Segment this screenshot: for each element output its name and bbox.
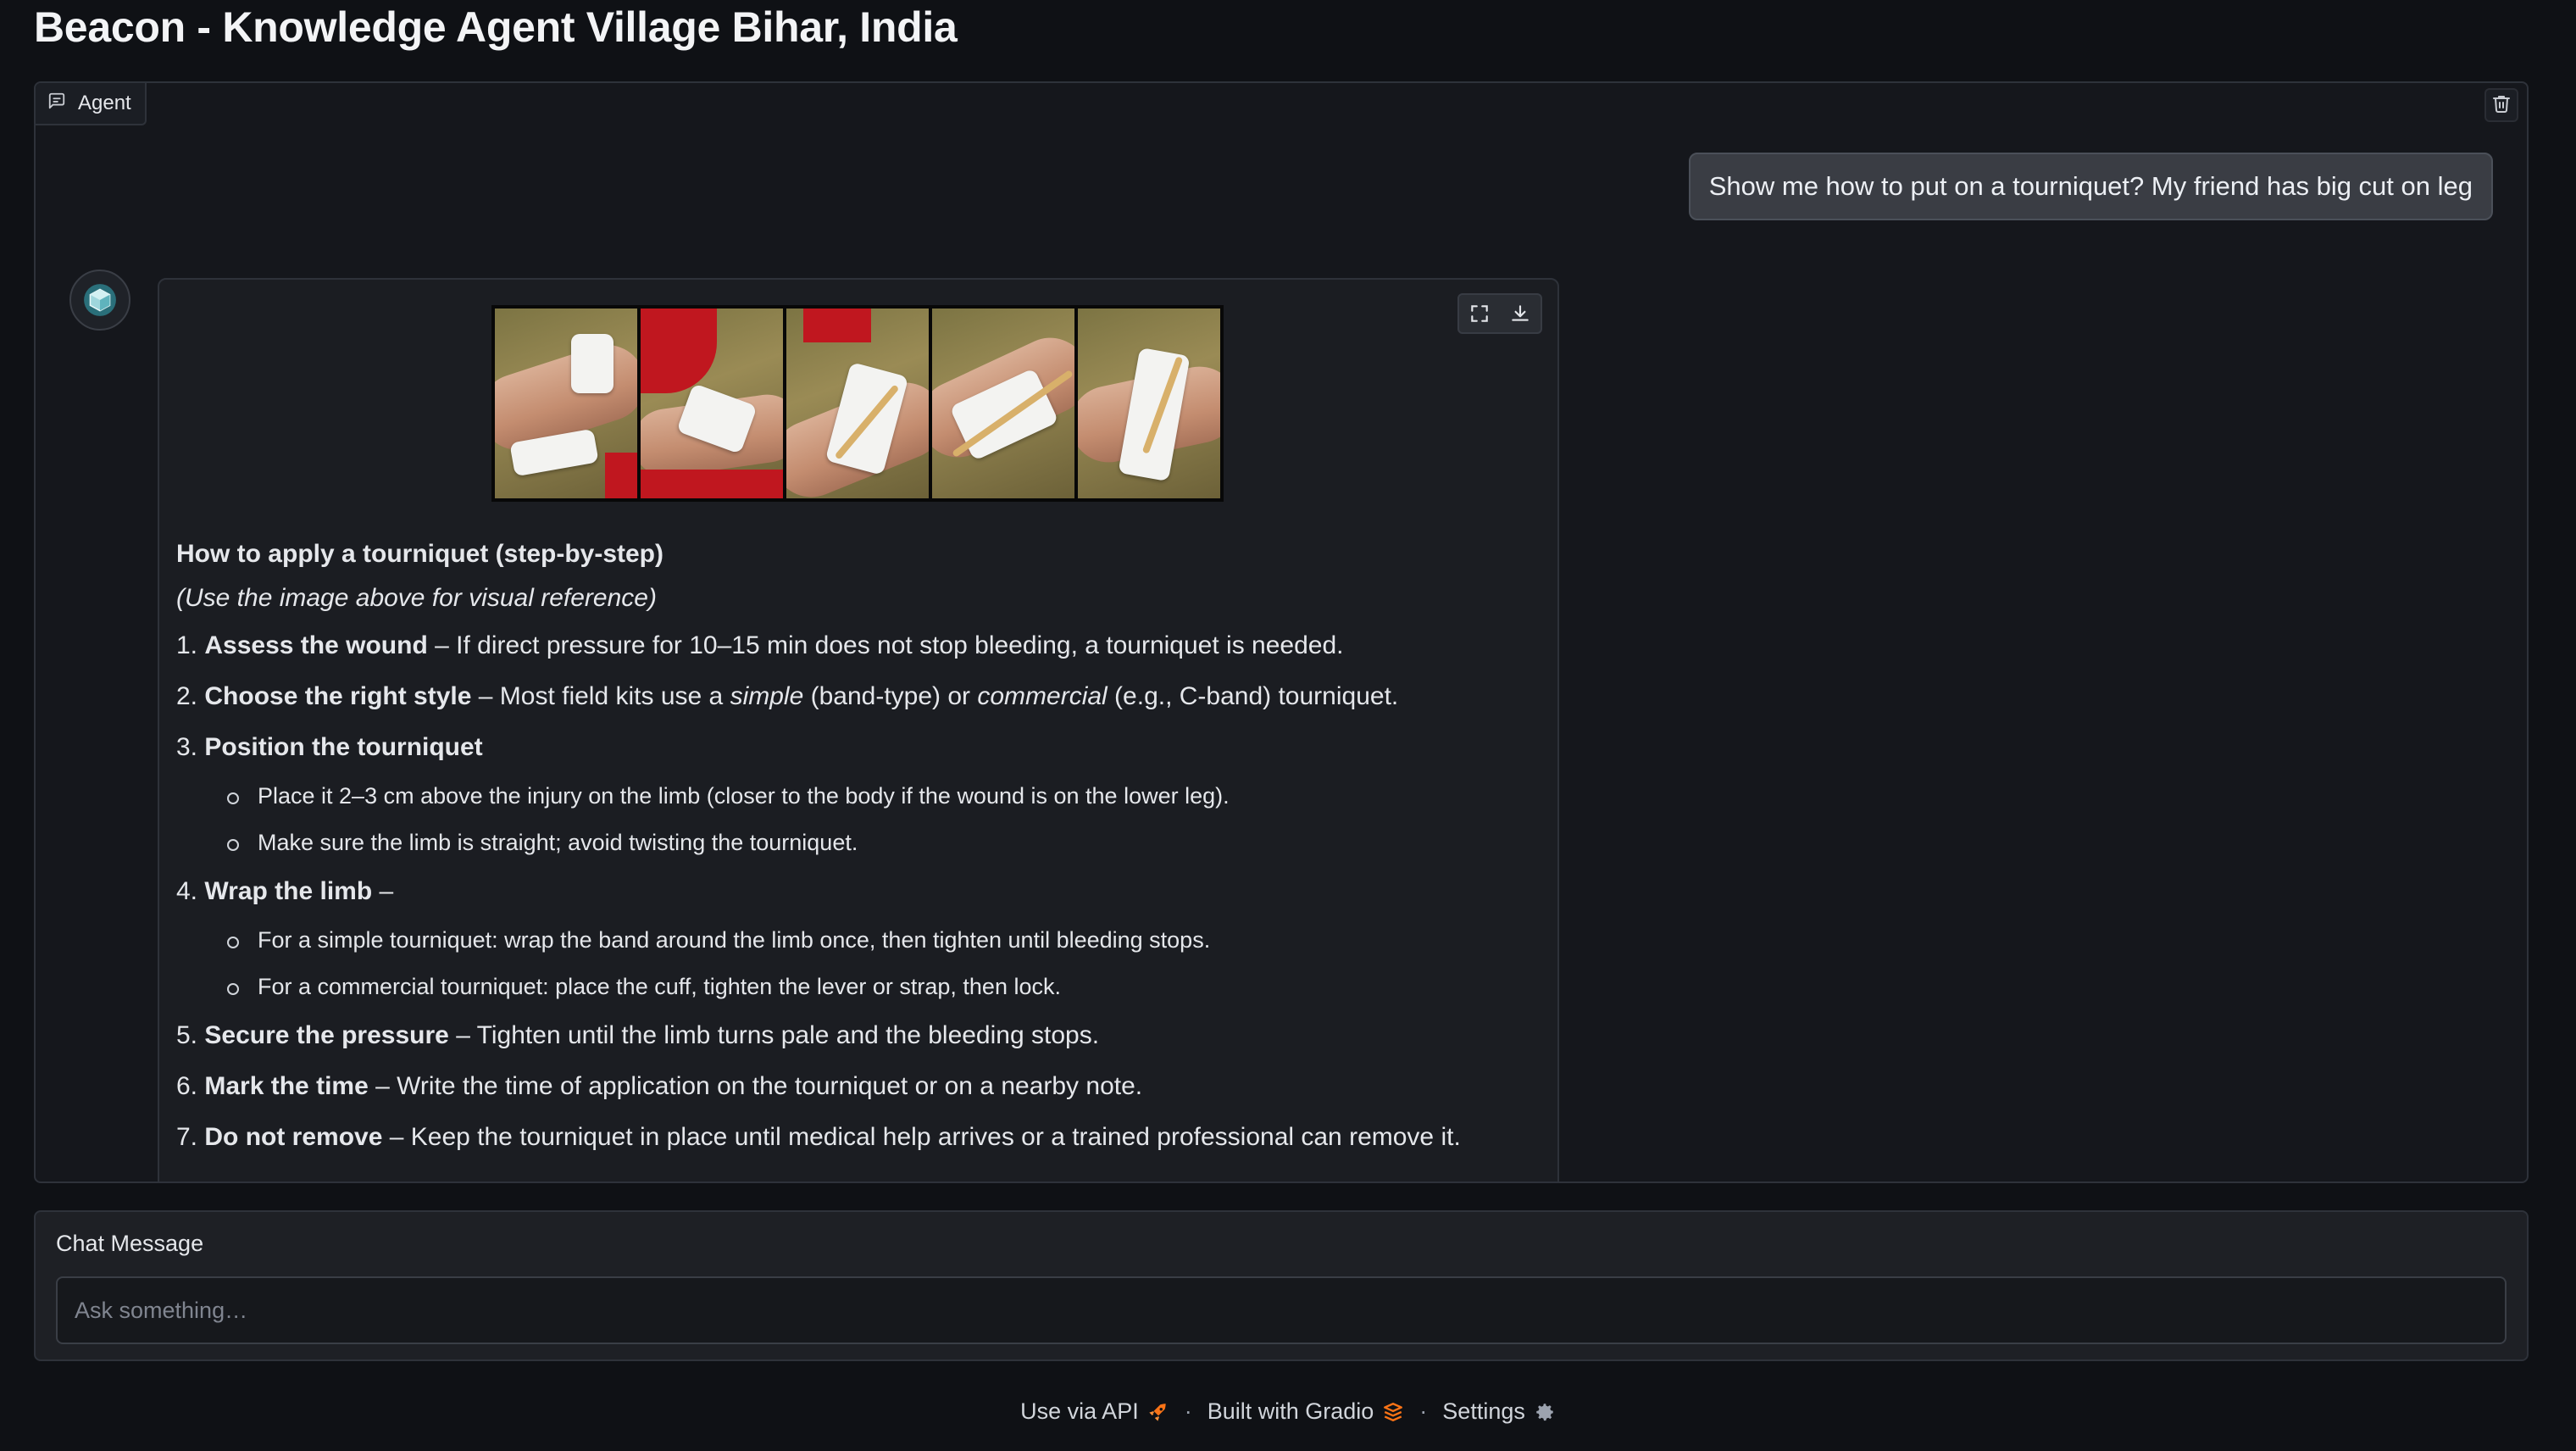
step-item: 1. Assess the wound – If direct pressure… (176, 631, 1344, 659)
footer: Use via API · Built with Gradio · Settin… (0, 1398, 2576, 1425)
chatbot-label: Agent (36, 83, 147, 125)
chat-message-input[interactable] (56, 1276, 2507, 1344)
sub-item: For a simple tourniquet: wrap the band a… (176, 917, 1532, 964)
step-item: 6. Mark the time – Write the time of app… (176, 1072, 1143, 1100)
answer-heading: How to apply a tourniquet (step-by-step) (176, 540, 663, 568)
step-item: 3. Position the tourniquet (176, 733, 483, 761)
image-frame (1078, 309, 1220, 498)
step-item: 2. Choose the right style – Most field k… (176, 682, 1399, 710)
bot-avatar (69, 270, 130, 331)
cube-icon (84, 284, 116, 316)
fullscreen-button[interactable] (1459, 295, 1500, 332)
download-button[interactable] (1500, 295, 1541, 332)
footer-separator: · (1419, 1398, 1428, 1424)
image-frame (495, 309, 637, 498)
rocket-icon (1149, 1403, 1166, 1421)
sub-item: For a commercial tourniquet: place the c… (176, 964, 1532, 1010)
sub-item: Place it 2–3 cm above the injury on the … (176, 773, 1532, 820)
gear-icon (1536, 1403, 1553, 1420)
clear-chat-button[interactable] (2484, 88, 2518, 122)
image-frame (932, 309, 1074, 498)
step-item: 4. Wrap the limb – (176, 877, 394, 905)
page-title: Beacon - Knowledge Agent Village Bihar, … (34, 3, 958, 51)
chatbot-label-text: Agent (78, 92, 131, 114)
trash-icon (2491, 93, 2512, 118)
step-item: 5. Secure the pressure – Tighten until t… (176, 1021, 1100, 1049)
sub-item: Make sure the limb is straight; avoid tw… (176, 820, 1532, 866)
fullscreen-icon (1471, 305, 1488, 322)
bot-message: How to apply a tourniquet (step-by-step)… (158, 278, 1559, 1181)
chat-input-panel: Chat Message (34, 1210, 2529, 1361)
step-item: 7. Do not remove – Keep the tourniquet i… (176, 1123, 1461, 1151)
chatbot-panel: Agent Show me how to put on a tourniquet… (34, 81, 2529, 1183)
bot-message-text: How to apply a tourniquet (step-by-step)… (176, 532, 1532, 1163)
gradio-logo-icon (1384, 1402, 1403, 1421)
chat-message-label: Chat Message (56, 1231, 204, 1256)
settings-link[interactable]: Settings (1442, 1398, 1556, 1425)
use-via-api-link[interactable]: Use via API (1020, 1398, 1169, 1425)
image-frame (641, 309, 783, 498)
image-toolbar (1457, 293, 1542, 334)
built-with-gradio-link[interactable]: Built with Gradio (1208, 1398, 1405, 1425)
answer-subheading: (Use the image above for visual referenc… (176, 584, 657, 612)
tourniquet-steps-image[interactable] (491, 305, 1224, 502)
chat-bubble-icon (47, 92, 66, 116)
download-icon (1512, 305, 1529, 321)
user-message: Show me how to put on a tourniquet? My f… (1688, 153, 2493, 220)
image-frame (786, 309, 929, 498)
footer-separator: · (1184, 1398, 1192, 1424)
